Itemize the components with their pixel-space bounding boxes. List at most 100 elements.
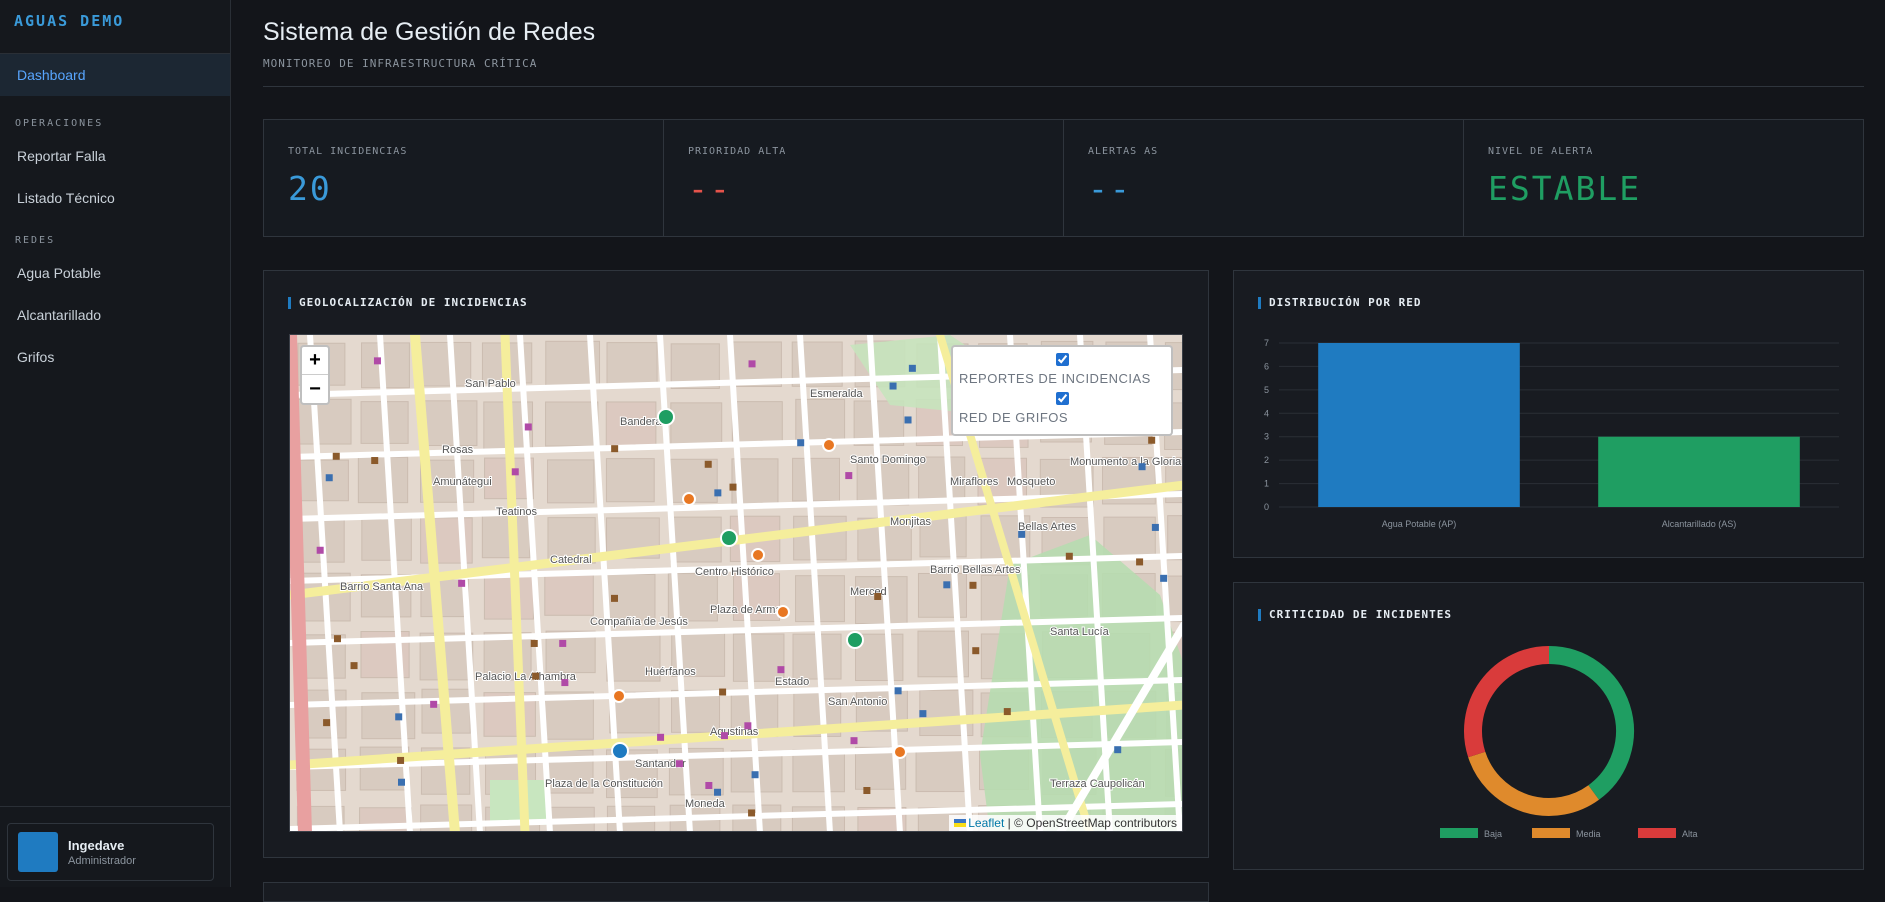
kpi-value: --	[688, 169, 732, 208]
sidebar-item-listado-tecnico[interactable]: Listado Técnico	[0, 177, 230, 219]
map-poi-icon	[559, 639, 567, 647]
map-poi-icon	[1138, 463, 1146, 471]
map-place-label: Esmeralda	[810, 388, 863, 400]
map-poi-icon	[729, 483, 737, 491]
map-poi-icon	[845, 472, 853, 480]
sidebar-item-reportar-falla[interactable]: Reportar Falla	[0, 135, 230, 177]
sidebar: AGUAS DEMO Dashboard OPERACIONES Reporta…	[0, 0, 231, 887]
kpi-alertas-as: ALERTAS AS --	[1064, 120, 1464, 236]
map-block	[547, 459, 595, 504]
map-block	[791, 806, 845, 831]
map-poi-icon	[850, 737, 858, 745]
map-place-label: Santo Domingo	[850, 454, 926, 466]
map-place-label: Bandera	[620, 416, 662, 428]
layer-reportes-label[interactable]: REPORTES DE INCIDENCIAS	[959, 371, 1165, 386]
osm-attribution[interactable]: © OpenStreetMap contributors	[1014, 816, 1177, 830]
kpi-label: ALERTAS AS	[1088, 146, 1159, 157]
donut-chart-panel: CRITICIDAD DE INCIDENTES Baja Media Alta	[1233, 582, 1864, 870]
layer-reportes-checkbox[interactable]	[1055, 353, 1069, 366]
brand-logo[interactable]: AGUAS DEMO	[0, 0, 230, 54]
map-place-label: San Pablo	[465, 378, 516, 390]
map-poi-icon	[972, 647, 980, 655]
bar-chart: 0 1 2 3 4 5 6 7 Agua Potable (AP) Alcantarillado …	[1264, 338, 1839, 529]
map-poi-icon	[561, 679, 569, 687]
map-panel: GEOLOCALIZACIÓN DE INCIDENCIAS San Pablo…	[263, 270, 1209, 858]
zoom-in-button[interactable]: +	[302, 347, 328, 375]
map-block	[361, 515, 412, 561]
bar-y-tick-label: 4	[1264, 408, 1269, 418]
map-poi-icon	[1065, 552, 1073, 560]
map-block	[483, 574, 534, 620]
map-place-label: Centro Histórico	[695, 566, 774, 578]
map-block	[792, 457, 840, 502]
map-poi-icon	[397, 756, 405, 764]
map-poi-icon	[325, 474, 333, 482]
kpi-value: --	[1088, 169, 1132, 208]
map-place-label: Miraflores	[950, 476, 999, 488]
map-poi-icon	[704, 460, 712, 468]
kpi-label: PRIORIDAD ALTA	[688, 146, 787, 157]
page-subtitle: MONITOREO DE INFRAESTRUCTURA CRÍTICA	[263, 57, 538, 70]
bar-x-tick-label: Agua Potable (AP)	[1382, 519, 1457, 529]
donut-chart: Baja Media Alta	[1440, 646, 1698, 839]
map-poi-icon	[889, 382, 897, 390]
bar-x-tick-label: Alcantarillado (AS)	[1662, 519, 1737, 529]
sidebar-item-agua-potable[interactable]: Agua Potable	[0, 252, 230, 294]
map-poi-icon	[720, 732, 728, 740]
map-poi-icon	[610, 594, 618, 602]
map-poi-icon	[532, 672, 540, 680]
sidebar-section-operaciones: OPERACIONES	[15, 118, 104, 129]
kpi-total-incidencias: TOTAL INCIDENCIAS 20	[264, 120, 664, 236]
sidebar-item-grifos[interactable]: Grifos	[0, 336, 230, 378]
map-poi-icon	[943, 581, 951, 589]
user-card[interactable]: Ingedave Administrador	[7, 823, 214, 881]
leaflet-link[interactable]: Leaflet	[968, 816, 1004, 830]
map-poi-icon	[748, 809, 756, 817]
zoom-out-button[interactable]: −	[302, 375, 328, 403]
map-block	[855, 576, 908, 625]
map-poi-icon	[395, 713, 403, 721]
map-poi-icon	[744, 722, 752, 730]
map-poi-icon	[397, 778, 405, 786]
map-poi-icon	[530, 639, 538, 647]
map-poi-icon	[1003, 708, 1011, 716]
map-poi-icon	[1114, 746, 1122, 754]
map-poi-icon	[611, 445, 619, 453]
map-poi-icon	[675, 760, 683, 768]
map-block	[606, 342, 658, 386]
map-poi-icon	[969, 581, 977, 589]
map-panel-title: GEOLOCALIZACIÓN DE INCIDENCIAS	[288, 297, 528, 309]
layer-grifos-checkbox[interactable]	[1055, 392, 1069, 405]
map-place-label: Monjitas	[890, 516, 931, 528]
map-poi-icon	[894, 687, 902, 695]
map-poi-icon	[904, 416, 912, 424]
sidebar-item-alcantarillado[interactable]: Alcantarillado	[0, 294, 230, 336]
layer-control: REPORTES DE INCIDENCIAS RED DE GRIFOS	[951, 345, 1173, 436]
legend-swatch	[1440, 828, 1478, 838]
map-block	[795, 575, 845, 623]
map-poi-icon	[919, 710, 927, 718]
bar-y-tick-label: 6	[1264, 361, 1269, 371]
legend-swatch	[1638, 828, 1676, 838]
map-poi-icon	[1136, 558, 1144, 566]
map-block	[544, 574, 594, 616]
map-poi-icon	[316, 546, 324, 554]
incident-marker	[822, 438, 836, 452]
map-place-label: Teatinos	[496, 506, 537, 518]
map-poi-icon	[863, 787, 871, 795]
map-block	[915, 747, 966, 793]
map-block	[732, 633, 785, 682]
kpi-value: ESTABLE	[1488, 169, 1642, 208]
map-poi-icon	[430, 700, 438, 708]
incident-marker	[893, 745, 907, 759]
map-poi-icon	[657, 733, 665, 741]
layer-grifos-label[interactable]: RED DE GRIFOS	[959, 410, 1165, 425]
map-block	[731, 401, 783, 443]
map-block	[670, 402, 723, 447]
map-view[interactable]: San Pablo Rosas Santo Domingo Monjitas Cated…	[289, 334, 1183, 832]
incident-marker	[776, 605, 790, 619]
donut-slice	[1464, 646, 1550, 758]
legend-swatch	[1532, 828, 1570, 838]
map-block	[357, 456, 409, 504]
sidebar-item-dashboard[interactable]: Dashboard	[0, 54, 230, 96]
